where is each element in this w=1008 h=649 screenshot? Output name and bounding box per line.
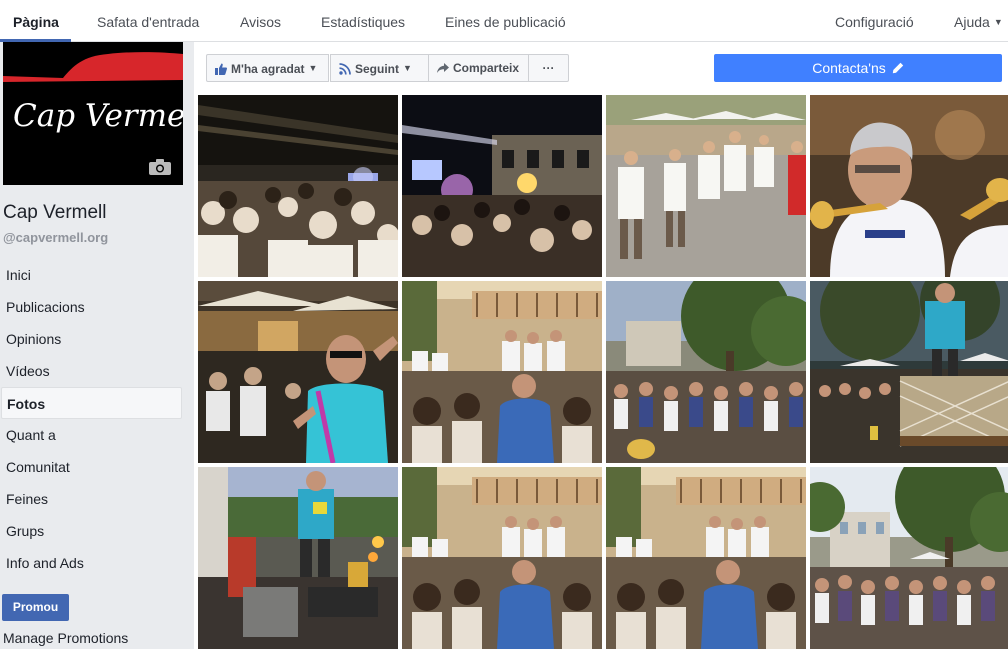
contact-us-button[interactable]: Contacta'ns [714,54,1002,82]
more-options-button[interactable]: ··· [528,54,569,82]
ellipsis-icon: ··· [542,61,555,75]
help-menu[interactable]: Ajuda ▼ [954,0,1003,42]
photo-night-concert-crowd [198,95,398,277]
photo-square-white-umbrellas [606,95,806,277]
rss-icon [339,63,351,75]
photo-tile[interactable] [606,467,806,649]
photo-dusk-stage-blue-shirt [810,281,1008,463]
sidebar-item-reviews[interactable]: Opinions [0,323,194,355]
page-name[interactable]: Cap Vermell [3,202,107,224]
sidebar-item-jobs[interactable]: Feines [0,483,194,515]
follow-label: Seguint [355,62,399,76]
photo-terrace-dancer-blue-shirt [198,281,398,463]
cover-red-stripe [3,42,183,88]
chevron-down-icon: ▼ [403,63,412,73]
manage-promotions-link[interactable]: Manage Promotions [3,630,128,646]
sidebar-item-videos[interactable]: Vídeos [0,355,194,387]
sidebar-item-community[interactable]: Comunitat [0,451,194,483]
photo-tile[interactable] [810,467,1008,649]
sidebar-item-about[interactable]: Quant a [0,419,194,451]
tab-page[interactable]: Pàgina [0,0,71,42]
photo-grid [198,95,1008,649]
thumbs-up-icon [215,63,227,75]
photo-tile[interactable] [402,281,602,463]
tab-inbox[interactable]: Safata d'entrada [97,0,199,42]
page-handle[interactable]: @capvermell.org [3,230,108,245]
photo-tile[interactable] [606,281,806,463]
tab-notifications[interactable]: Avisos [240,0,281,42]
photo-band-on-balcony-crowd-2 [402,467,602,649]
promote-button[interactable]: Promou [2,594,69,621]
photo-tile[interactable] [402,95,602,277]
photo-tree-square-crowd [606,281,806,463]
tab-publishing-tools[interactable]: Eines de publicació [445,0,566,42]
photo-tile[interactable] [606,95,806,277]
sidebar-item-home[interactable]: Inici [0,259,194,291]
tab-settings[interactable]: Configuració [835,0,914,42]
sidebar-item-posts[interactable]: Publicacions [0,291,194,323]
page-action-bar: M'ha agradat ▼ Seguint ▼ Comparteix ··· Co… [194,42,1008,92]
follow-button[interactable]: Seguint ▼ [330,54,429,82]
photo-tree-square-crowd-day [810,467,1008,649]
contact-label: Contacta'ns [812,60,886,76]
photo-tile[interactable] [810,281,1008,463]
photo-tile[interactable] [402,467,602,649]
chevron-down-icon: ▼ [308,63,318,73]
like-label: M'ha agradat [231,62,305,76]
like-button[interactable]: M'ha agradat ▼ [206,54,329,82]
photo-tile[interactable] [198,95,398,277]
sidebar-item-info-ads[interactable]: Info and Ads [0,547,194,579]
photo-band-on-balcony-crowd-3 [606,467,806,649]
photo-tile[interactable] [198,281,398,463]
camera-icon[interactable] [149,159,171,175]
page-top-nav: Pàgina Safata d'entrada Avisos Estadísti… [0,0,1008,42]
tab-insights[interactable]: Estadístiques [321,0,405,42]
share-label: Comparteix [453,61,520,75]
sidebar-item-photos[interactable]: Fotos [1,387,182,419]
photo-trumpet-player [810,95,1008,277]
photo-speaker-on-truck [198,467,398,649]
sidebar-nav: Inici Publicacions Opinions Vídeos Fotos… [0,259,194,579]
photo-band-on-balcony-crowd [402,281,602,463]
help-label: Ajuda [954,14,990,30]
main-content: M'ha agradat ▼ Seguint ▼ Comparteix ··· Co… [194,42,1008,649]
chevron-down-icon: ▼ [993,17,1003,27]
cover-logo-text: Cap Vermell [13,98,183,134]
sidebar-item-groups[interactable]: Grups [0,515,194,547]
share-arrow-icon [437,63,449,73]
photo-tile[interactable] [810,95,1008,277]
photo-night-stage-lights [402,95,602,277]
left-sidebar: Cap Vermell Cap Vermell @capvermell.org … [0,42,194,649]
profile-picture[interactable]: Cap Vermell [3,42,183,185]
photo-tile[interactable] [198,467,398,649]
share-button[interactable]: Comparteix [428,54,529,82]
pencil-icon [892,62,903,74]
